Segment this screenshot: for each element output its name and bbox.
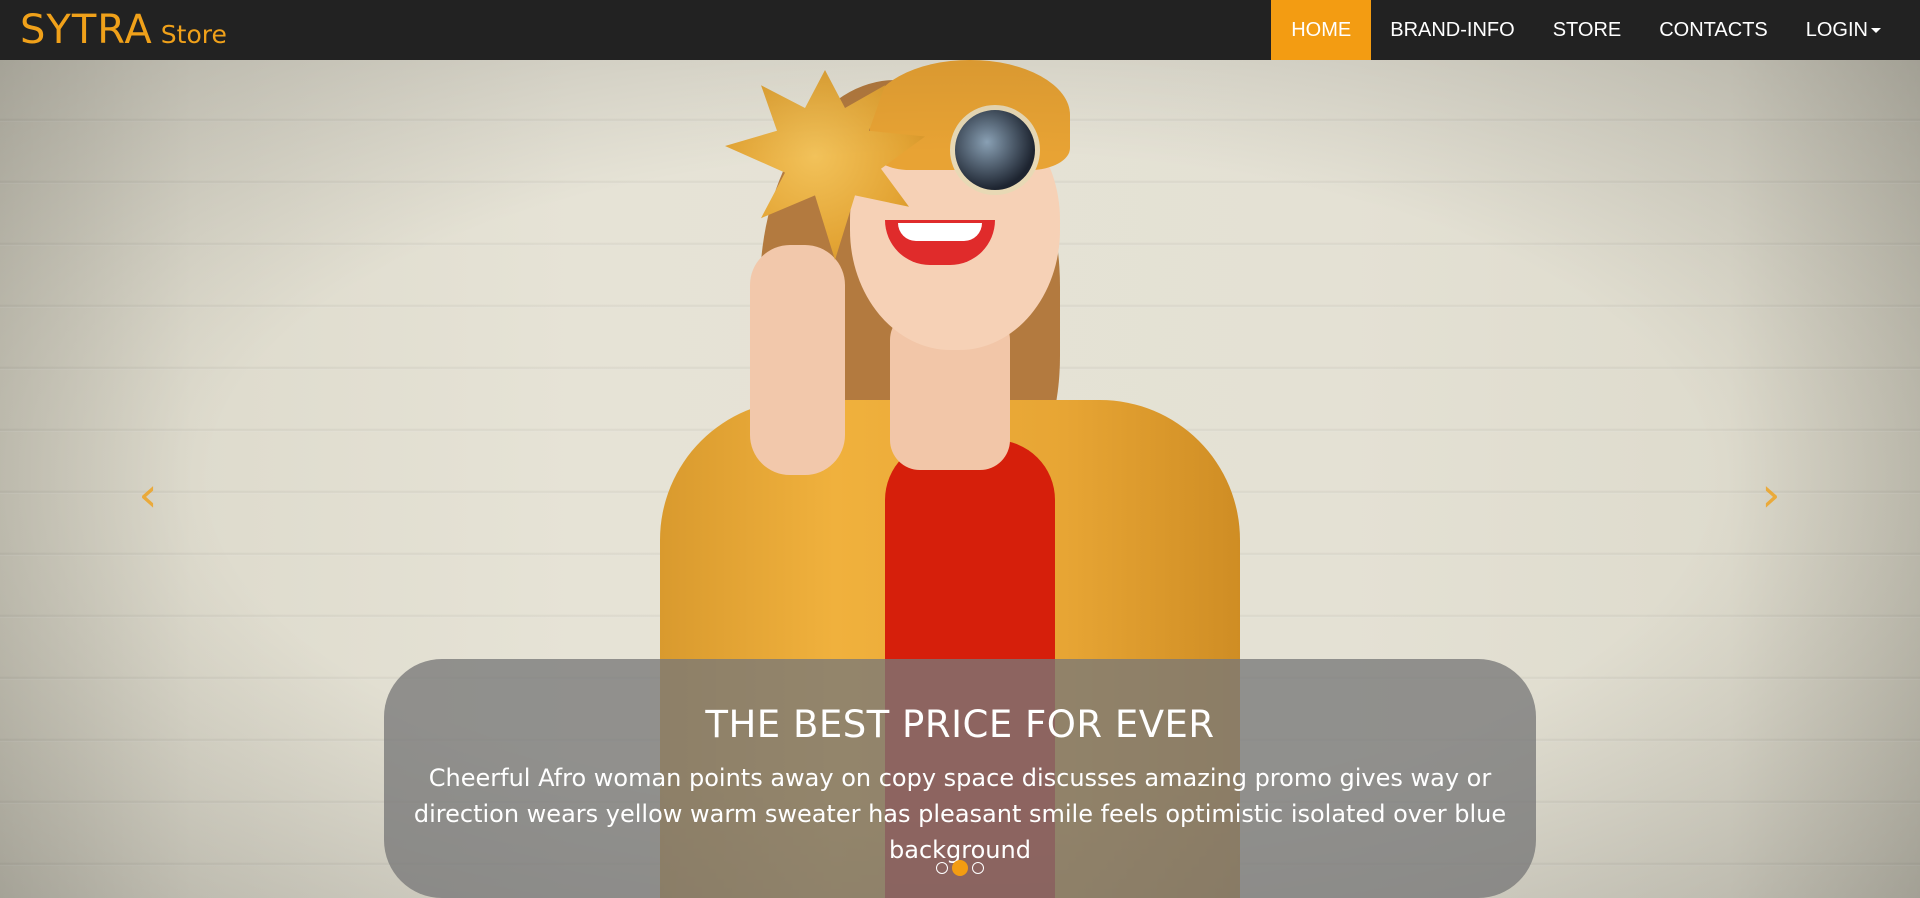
nav-item-label: BRAND-INFO: [1390, 18, 1515, 41]
hero-carousel: ‹ › THE BEST PRICE FOR EVER Cheerful Afr…: [0, 60, 1920, 898]
nav-item-label: HOME: [1291, 18, 1352, 41]
caption-text: Cheerful Afro woman points away on copy …: [413, 764, 1507, 864]
nav-item-brand-info[interactable]: BRAND-INFO: [1371, 0, 1533, 60]
chevron-left-icon[interactable]: ‹: [128, 465, 168, 525]
caret-down-icon: [1871, 27, 1881, 33]
chevron-right-icon[interactable]: ›: [1751, 465, 1791, 525]
nav-item-contacts[interactable]: CONTACTS: [1640, 0, 1787, 60]
brand-subtitle: Store: [160, 20, 227, 49]
brand-logo[interactable]: SYTRA Store: [0, 7, 227, 53]
carousel-indicator[interactable]: [972, 862, 984, 874]
nav-item-home[interactable]: HOME: [1271, 0, 1372, 60]
carousel-indicator[interactable]: [936, 862, 948, 874]
navbar: SYTRA Store HOME BRAND-INFO STORE CONTAC…: [0, 0, 1920, 60]
nav-item-label: STORE: [1552, 18, 1622, 41]
caption-title: THE BEST PRICE FOR EVER: [705, 703, 1215, 746]
brand-name: SYTRA: [20, 7, 153, 53]
nav-item-store[interactable]: STORE: [1534, 0, 1641, 60]
main-nav: HOME BRAND-INFO STORE CONTACTS LOGIN: [1271, 0, 1920, 60]
nav-item-label: LOGIN: [1805, 18, 1868, 41]
nav-item-label: CONTACTS: [1659, 18, 1768, 41]
carousel-indicator-active[interactable]: [952, 860, 968, 876]
carousel-caption: THE BEST PRICE FOR EVER Cheerful Afro wo…: [384, 659, 1536, 898]
nav-item-login[interactable]: LOGIN: [1787, 0, 1900, 60]
carousel-indicators: [384, 860, 1536, 876]
